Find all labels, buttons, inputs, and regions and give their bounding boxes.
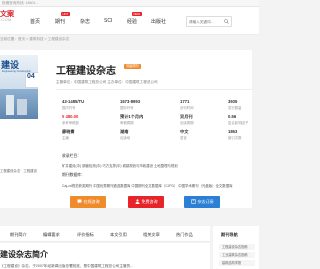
cover-building	[17, 99, 27, 115]
columns-list: 矿井建设(中) 钢管检测(中) 巧方支撑(中) 城镇规划与市政建设 土地整理与规…	[62, 164, 178, 168]
nav-experience[interactable]: 经验	[127, 18, 137, 25]
field-label: 参考审稿费	[62, 121, 79, 125]
nav-home[interactable]: 首页	[30, 18, 40, 25]
field-value: 43-1485/TU	[62, 99, 85, 104]
field-value: 3935	[228, 99, 238, 104]
tab-popular[interactable]: 热门作品	[176, 232, 193, 238]
intro-title: 建设杂志简介	[0, 250, 48, 259]
columns-heading: 收录栏目：	[62, 154, 81, 158]
cover-building	[6, 95, 14, 115]
nav-journals[interactable]: 期刊	[55, 18, 65, 25]
field-label: 发行数量	[228, 106, 242, 110]
search-icon[interactable]	[224, 19, 229, 24]
intro-text: 《工程建设》杂志，于2007年经新闻出版总署批准，是中国建筑工程总公司主管的..…	[0, 264, 134, 268]
button-label: 免费咨询	[141, 199, 158, 204]
field-value: 0.56	[228, 114, 237, 119]
nav-magazines[interactable]: 杂志	[80, 18, 90, 25]
sidebar-link[interactable]: 建筑结构学报	[219, 260, 255, 266]
field-label: 被引次数	[228, 136, 242, 140]
chat-icon	[77, 199, 81, 204]
button-label: 在线咨询	[83, 199, 100, 204]
top-bar: 投稿咨询热线: 18601...	[0, 0, 259, 7]
tab-related[interactable]: 相关文章	[143, 232, 160, 238]
field-label: 创刊时间	[180, 106, 194, 110]
breadcrumb: 当前位置：首页 > 建筑科技 > 工程建设杂志	[0, 37, 70, 41]
hotline-text: 投稿咨询热线: 18601...	[2, 1, 39, 5]
field-label: 复合影响因子	[228, 121, 249, 125]
sidebar-link[interactable]: 工业建筑杂志投稿	[219, 252, 255, 258]
field-label: 语言	[180, 136, 187, 140]
cover-issue: 04	[27, 73, 35, 80]
user-icon	[135, 199, 139, 205]
subscribe-button[interactable]: 杂志订阅	[184, 196, 220, 208]
tab-metrics[interactable]: 评价指标	[77, 232, 94, 238]
book-icon	[190, 199, 196, 205]
free-consult-button[interactable]: 免费咨询	[128, 196, 164, 208]
journal-cover: 建设 Engineering Construction 04	[0, 55, 38, 119]
field-value: 1863	[228, 129, 238, 134]
field-label: 国内刊号	[62, 106, 76, 110]
field-value: 1771	[180, 99, 190, 104]
logo-domain: .COM	[0, 17, 12, 22]
cover-caption: 工程建设杂志 · 工程建设	[0, 169, 37, 173]
database-heading: 期刊数据库：	[62, 173, 85, 177]
button-label: 杂志订阅	[197, 199, 214, 204]
nav-sci[interactable]: SCI	[104, 18, 112, 24]
sidebar-link[interactable]: 工程建设杂志投稿	[219, 244, 255, 250]
field-label: 国际刊号	[120, 106, 134, 110]
tab-intro[interactable]: 期刊简介	[10, 232, 27, 238]
nav-publishers[interactable]: 出版社	[151, 18, 166, 25]
field-label: 审稿周期	[120, 121, 134, 125]
search-box	[186, 16, 232, 27]
field-label: 主编	[62, 136, 69, 140]
field-value: 1673-8993	[120, 99, 141, 104]
new-badge: NEW	[132, 12, 142, 16]
database-list: Caj-cd规范获奖期刊 中国优秀期刊遴选数据库 中国期刊全文数据库（CJFD）…	[62, 184, 233, 188]
site-logo[interactable]: 文案 .COM	[0, 9, 22, 22]
journal-sponsor-info: 主管单位：中国建筑工程总公司 主办单位：中国建筑工程总公司	[56, 80, 158, 84]
journal-level-tag: 省级期刊	[124, 64, 141, 69]
field-label: 出版周期	[180, 121, 194, 125]
review-fee-value: ¥ 480.00	[62, 114, 79, 119]
sidebar-title: 期刊导航	[221, 232, 238, 237]
journal-title: 工程建设杂志	[56, 66, 116, 77]
online-consult-button[interactable]: 在线咨询	[70, 196, 106, 208]
tab-citations[interactable]: 本文引用	[110, 232, 127, 238]
tab-requirements[interactable]: 编辑要求	[43, 232, 60, 238]
field-label: 出版地	[120, 136, 131, 140]
hot-badge: HOT	[61, 12, 70, 16]
search-input[interactable]	[189, 17, 221, 26]
divider	[56, 89, 252, 90]
